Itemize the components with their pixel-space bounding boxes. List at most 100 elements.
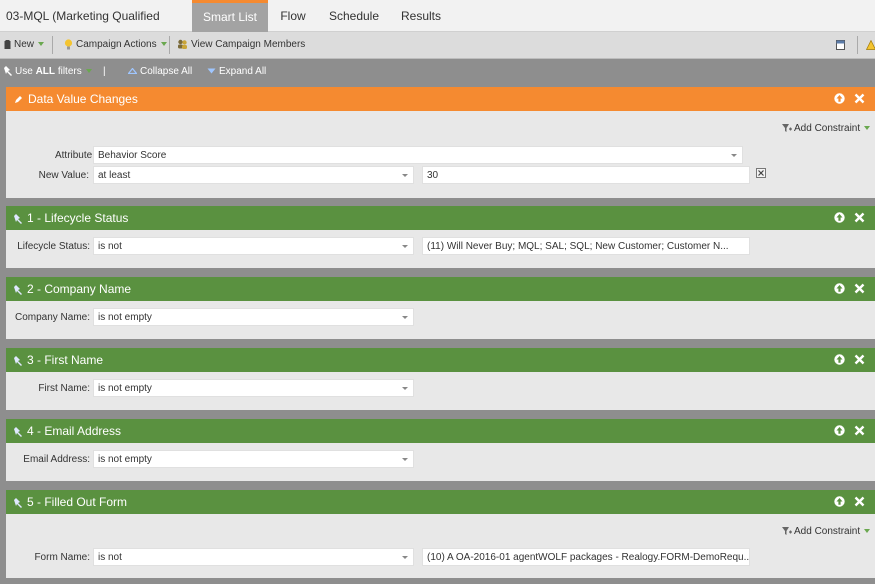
filter-company-name: 2 - Company Name Company Name: is not em… [6, 277, 875, 339]
operator-value: is not empty [98, 383, 152, 394]
wrench-icon [14, 355, 22, 366]
new-icon [4, 39, 11, 49]
close-icon[interactable] [854, 283, 865, 294]
chevron-down-icon [402, 174, 408, 177]
filter-header: 4 - Email Address [6, 419, 875, 443]
expand-icon [207, 68, 216, 74]
form-name-label: Form Name: [34, 552, 90, 563]
filters-label: filters [57, 66, 82, 77]
add-constraint-button[interactable]: Add Constraint [782, 123, 871, 134]
attribute-label: Attribute: [54, 150, 95, 161]
close-icon[interactable] [854, 354, 865, 365]
view-campaign-members-button[interactable]: View Campaign Members [177, 32, 305, 58]
company-name-label: Company Name: [14, 312, 90, 323]
close-icon[interactable] [854, 496, 865, 507]
campaign-actions-button[interactable]: Campaign Actions [64, 32, 167, 58]
close-icon[interactable] [854, 425, 865, 436]
toolbar-divider [169, 36, 170, 54]
chevron-down-icon [402, 556, 408, 559]
first-name-operator-select[interactable]: is not empty [93, 379, 414, 397]
filter-title: 3 - First Name [27, 353, 104, 367]
wrench-icon [14, 497, 22, 508]
funnel-icon [782, 527, 792, 536]
filter-email-address: 4 - Email Address Email Address: is not … [6, 419, 875, 481]
filter-header: 5 - Filled Out Form [6, 490, 875, 514]
operator-value: is not [98, 552, 122, 563]
move-up-icon[interactable] [833, 212, 845, 223]
form-name-operator-select[interactable]: is not [93, 548, 414, 566]
wrench-icon [14, 426, 22, 437]
filter-filled-out-form: 5 - Filled Out Form Add Constraint Form … [6, 490, 875, 578]
new-value-label: New Value: [38, 170, 89, 181]
filter-header: 3 - First Name [6, 348, 875, 372]
tab-bar: 03-MQL (Marketing Qualified Lead) Smart … [0, 0, 875, 56]
lightbulb-icon [64, 39, 73, 50]
lifecycle-status-values[interactable]: (11) Will Never Buy; MQL; SAL; SQL; New … [422, 237, 750, 255]
new-value-operator: at least [98, 170, 131, 181]
move-up-icon[interactable] [833, 93, 845, 104]
move-up-icon[interactable] [833, 425, 845, 436]
collapse-icon [128, 68, 137, 75]
chevron-down-icon [402, 458, 408, 461]
view-members-label: View Campaign Members [191, 39, 306, 50]
chevron-down-icon [38, 42, 45, 47]
operator-value: is not [98, 241, 122, 252]
form-name-values[interactable]: (10) A OA-2016-01 agentWOLF packages - R… [422, 548, 750, 566]
expand-label: Expand All [219, 66, 267, 77]
pencil-icon [15, 96, 22, 104]
filter-title: 2 - Company Name [27, 282, 132, 296]
move-up-icon[interactable] [833, 496, 845, 507]
tab-flow[interactable]: Flow [274, 0, 312, 32]
filter-data-value-changes: Data Value Changes Add Constraint Attrib… [6, 87, 875, 198]
chevron-down-icon [402, 245, 408, 248]
campaign-name-tab[interactable]: 03-MQL (Marketing Qualified Lead) [6, 0, 186, 56]
collapse-all-button[interactable]: Collapse All [128, 59, 192, 85]
toolbar-divider [52, 36, 53, 54]
print-icon[interactable] [836, 40, 845, 50]
move-up-icon[interactable] [833, 283, 845, 294]
expand-all-button[interactable]: Expand All [207, 59, 266, 85]
filter-title: 4 - Email Address [27, 424, 122, 438]
email-address-label: Email Address: [23, 454, 90, 465]
chevron-down-icon [85, 69, 92, 74]
clear-icon[interactable] [756, 168, 766, 178]
tab-smart-list[interactable]: Smart List [192, 0, 268, 32]
tab-results[interactable]: Results [398, 0, 444, 32]
filter-title: 1 - Lifecycle Status [27, 211, 129, 225]
chevron-down-icon [160, 42, 167, 47]
toolbar-divider [857, 36, 858, 54]
chevron-down-icon [864, 529, 871, 534]
new-value-input[interactable]: 30 [422, 166, 750, 184]
close-icon[interactable] [854, 212, 865, 223]
toolbar: New Campaign Actions View Campaign Membe… [0, 32, 875, 59]
collapse-label: Collapse All [140, 66, 193, 77]
email-address-operator-select[interactable]: is not empty [93, 450, 414, 468]
operator-value: is not empty [98, 454, 152, 465]
wrench-icon [14, 284, 22, 295]
funnel-icon [782, 124, 792, 133]
filter-title: Data Value Changes [28, 92, 138, 106]
filter-header: 1 - Lifecycle Status [6, 206, 875, 230]
company-name-operator-select[interactable]: is not empty [93, 308, 414, 326]
chevron-down-icon [731, 154, 737, 157]
filter-title: 5 - Filled Out Form [27, 495, 128, 509]
filter-header: 2 - Company Name [6, 277, 875, 301]
operator-value: is not empty [98, 312, 152, 323]
new-value-operator-select[interactable]: at least [93, 166, 414, 184]
filterbar-divider: | [103, 66, 106, 77]
lifecycle-status-operator-select[interactable]: is not [93, 237, 414, 255]
people-icon [178, 40, 187, 50]
filter-first-name: 3 - First Name First Name: is not empty [6, 348, 875, 410]
attribute-select[interactable]: Behavior Score [93, 146, 743, 164]
move-up-icon[interactable] [833, 354, 845, 365]
filter-header: Data Value Changes [6, 87, 875, 111]
close-icon[interactable] [854, 93, 865, 104]
tab-schedule[interactable]: Schedule [326, 0, 382, 32]
first-name-label: First Name: [38, 383, 90, 394]
add-constraint-button[interactable]: Add Constraint [782, 526, 871, 537]
warning-icon[interactable] [866, 40, 875, 50]
new-button[interactable]: New [4, 32, 45, 58]
use-label: Use [15, 66, 33, 77]
use-all-filters-button[interactable]: Use ALL filters [4, 59, 92, 85]
filter-lifecycle-status: 1 - Lifecycle Status Lifecycle Status: i… [6, 206, 875, 268]
